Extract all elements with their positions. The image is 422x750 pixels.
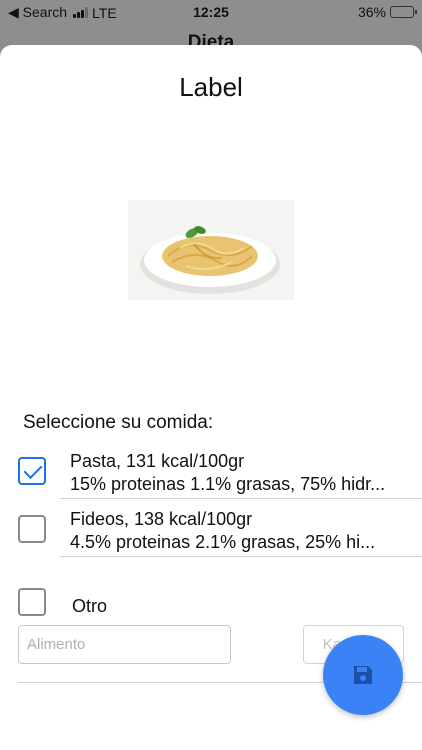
select-food-prompt: Seleccione su comida: [23, 412, 214, 433]
option-macros: 15% proteinas 1.1% grasas, 75% hidr... [70, 474, 386, 494]
checkbox-pasta[interactable] [18, 457, 46, 485]
option-text: Pasta, 131 kcal/100gr 15% proteinas 1.1%… [70, 450, 385, 496]
divider [60, 556, 422, 557]
save-icon [354, 666, 372, 684]
checkbox-other[interactable] [18, 588, 46, 616]
pasta-plate-icon [140, 226, 280, 294]
food-selection-sheet: Label Seleccione su comida: Pasta, 131 k… [0, 45, 422, 750]
battery-icon [390, 6, 417, 18]
other-label: Otro [72, 596, 108, 616]
divider [60, 498, 422, 499]
option-macros: 4.5% proteinas 2.1% grasas, 25% hi... [70, 532, 376, 552]
food-name-input[interactable] [18, 625, 231, 664]
option-title: Pasta, 131 kcal/100gr [70, 451, 245, 471]
option-text: Fideos, 138 kcal/100gr 4.5% proteinas 2.… [70, 508, 375, 554]
checkbox-fideos[interactable] [18, 515, 46, 543]
status-bar: ◀ Search LTE 12:25 36% [0, 0, 422, 24]
battery-percent: 36% [357, 4, 386, 20]
status-right: 36% [357, 4, 417, 20]
pasta-dish-image [128, 200, 294, 300]
option-title: Fideos, 138 kcal/100gr [70, 509, 253, 529]
save-fab-button[interactable] [323, 635, 403, 715]
sheet-title: Label [179, 72, 243, 102]
